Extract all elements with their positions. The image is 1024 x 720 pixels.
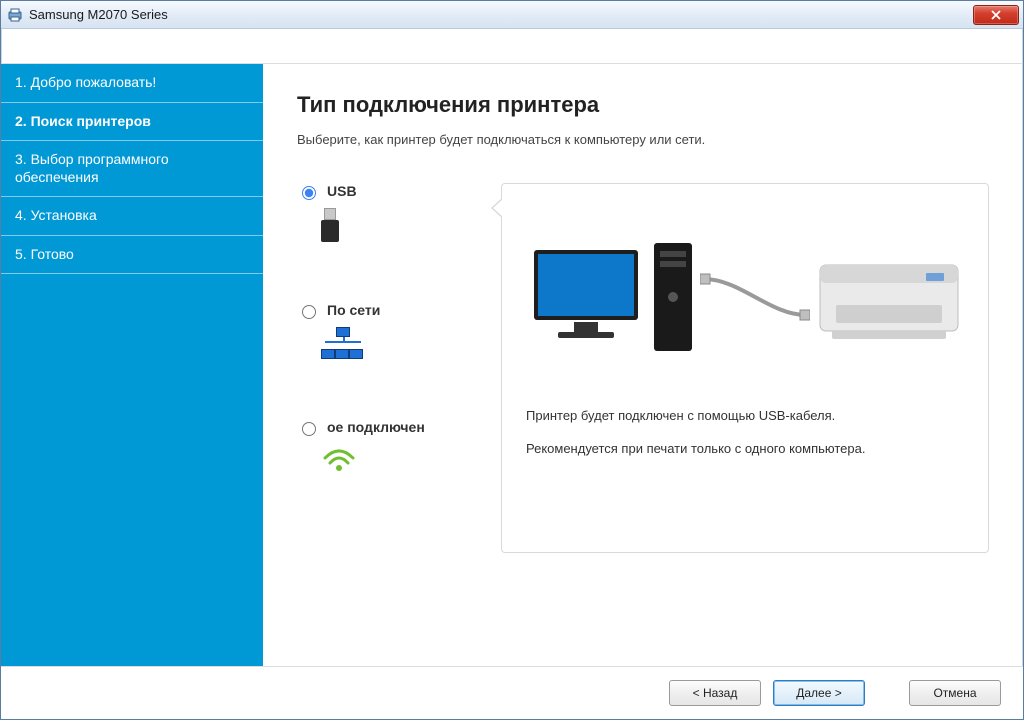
body: 1. Добро пожаловать! 2. Поиск принтеров … <box>1 63 1023 667</box>
sidebar-item-label: 1. Добро пожаловать! <box>15 74 156 90</box>
option-network-label: По сети <box>327 302 380 318</box>
page-subtitle: Выберите, как принтер будет подключаться… <box>297 132 989 147</box>
close-icon <box>991 10 1001 20</box>
next-button-label: Далее > <box>796 686 842 700</box>
connection-options: USB По сети <box>297 183 467 553</box>
radio-network[interactable] <box>302 305 316 319</box>
faint-header <box>1 29 1023 63</box>
sidebar-item-install[interactable]: 4. Установка <box>1 197 263 236</box>
sidebar-item-done[interactable]: 5. Готово <box>1 236 263 275</box>
usb-stick-icon <box>321 208 339 242</box>
back-button[interactable]: < Назад <box>669 680 761 706</box>
panel-line-1: Принтер будет подключен с помощью USB-ка… <box>526 408 964 423</box>
network-icon <box>321 327 365 359</box>
description-panel: Принтер будет подключен с помощью USB-ка… <box>501 183 989 553</box>
sidebar-item-label: 4. Установка <box>15 207 97 223</box>
cancel-button-label: Отмена <box>933 686 976 700</box>
option-network[interactable]: По сети <box>297 302 467 359</box>
back-button-label: < Назад <box>693 686 738 700</box>
next-button[interactable]: Далее > <box>773 680 865 706</box>
titlebar: Samsung M2070 Series <box>1 1 1023 29</box>
close-button[interactable] <box>973 5 1019 25</box>
layout: USB По сети <box>297 183 989 553</box>
page-title: Тип подключения принтера <box>297 92 989 118</box>
cancel-button[interactable]: Отмена <box>909 680 1001 706</box>
option-wireless-label: ое подключен <box>327 419 425 435</box>
wifi-icon <box>321 444 357 475</box>
option-wireless[interactable]: ое подключен <box>297 419 467 475</box>
footer: < Назад Далее > Отмена <box>1 667 1023 719</box>
sidebar-item-welcome[interactable]: 1. Добро пожаловать! <box>1 64 263 103</box>
wizard-sidebar: 1. Добро пожаловать! 2. Поиск принтеров … <box>1 64 263 666</box>
option-usb[interactable]: USB <box>297 183 467 242</box>
content: Тип подключения принтера Выберите, как п… <box>263 64 1023 666</box>
option-usb-label: USB <box>327 183 357 199</box>
tower-icon <box>650 237 696 357</box>
usb-cable-icon <box>700 267 810 327</box>
monitor-icon <box>526 242 646 352</box>
radio-usb[interactable] <box>302 186 316 200</box>
sidebar-item-label: 2. Поиск принтеров <box>15 113 151 129</box>
connection-diagram <box>526 212 964 382</box>
panel-line-2: Рекомендуется при печати только с одного… <box>526 441 964 456</box>
sidebar-item-software[interactable]: 3. Выбор программного обеспечения <box>1 141 263 197</box>
sidebar-item-label: 5. Готово <box>15 246 74 262</box>
window-title: Samsung M2070 Series <box>29 7 168 22</box>
printer-app-icon <box>7 7 23 23</box>
radio-wireless[interactable] <box>302 422 316 436</box>
installer-window: Samsung M2070 Series 1. Добро пожаловать… <box>0 0 1024 720</box>
sidebar-item-search[interactable]: 2. Поиск принтеров <box>1 103 263 142</box>
printer-icon <box>814 247 964 347</box>
sidebar-item-label: 3. Выбор программного обеспечения <box>15 151 169 185</box>
